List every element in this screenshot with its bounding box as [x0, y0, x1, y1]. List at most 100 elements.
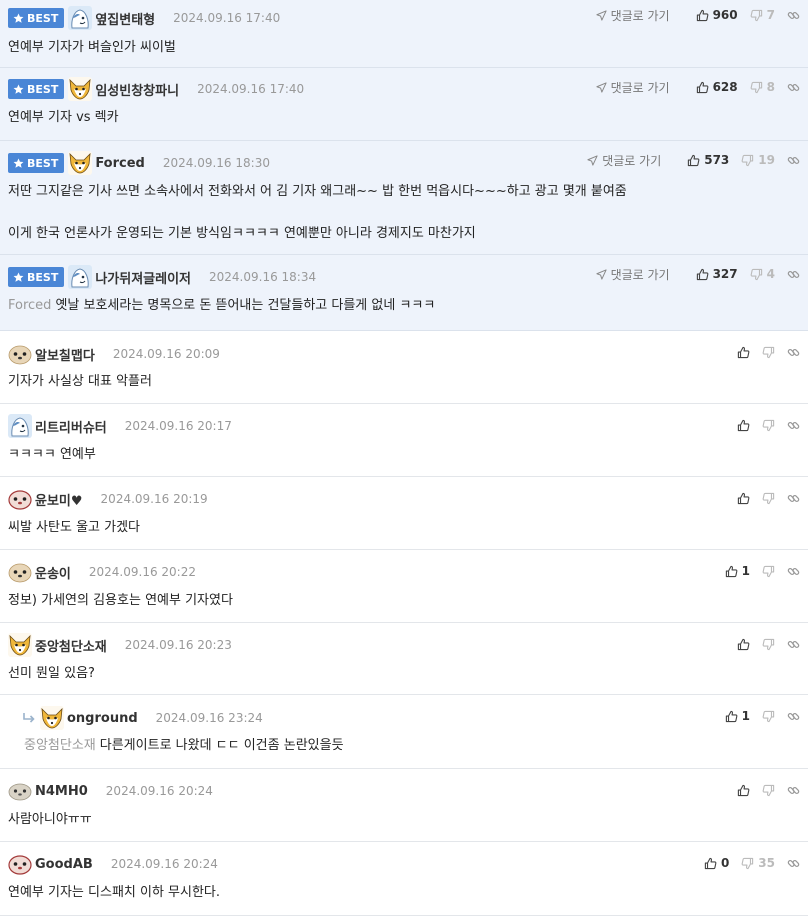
comment-date: 2024.09.16 17:40: [197, 82, 305, 96]
avatar[interactable]: [8, 487, 32, 511]
thumbs-up-icon: [737, 346, 750, 358]
downvote-button[interactable]: [762, 565, 775, 578]
go-to-comment-link[interactable]: 댓글로 가기: [587, 152, 661, 169]
thumbs-down-icon: [762, 346, 775, 358]
copy-link-button[interactable]: [787, 346, 800, 359]
comment: 알보칠맵다 2024.09.16 20:09 기자가 사실상 대표 악플러: [0, 331, 808, 404]
thumbs-up-icon: [725, 710, 738, 722]
downvote-button[interactable]: [762, 419, 775, 432]
downvote-button[interactable]: 19: [741, 153, 775, 167]
nickname[interactable]: 알보칠맵다: [35, 345, 95, 364]
upvote-button[interactable]: 573: [687, 153, 729, 167]
best-comment: BEST 임성빈창창파니 2024.09.16 17:40 댓글로 가기 628…: [0, 68, 808, 141]
comment-date: 2024.09.16 20:17: [124, 419, 232, 433]
star-icon: [13, 272, 24, 282]
upvote-button[interactable]: [737, 492, 750, 505]
copy-link-button[interactable]: [787, 492, 800, 505]
go-to-comment-link[interactable]: 댓글로 가기: [595, 7, 670, 24]
avatar[interactable]: [8, 852, 32, 876]
link-icon: [787, 421, 800, 429]
copy-link-button[interactable]: [787, 154, 800, 167]
avatar[interactable]: [40, 706, 64, 730]
nickname[interactable]: Forced: [95, 156, 145, 171]
downvote-button[interactable]: 8: [750, 80, 775, 94]
upvote-button[interactable]: [737, 638, 750, 651]
mention-nickname[interactable]: 중앙첨단소재: [24, 738, 96, 753]
comment: 리트리버슈터 2024.09.16 20:17 ㅋㅋㅋㅋ 연예부: [0, 404, 808, 477]
copy-link-button[interactable]: [787, 268, 800, 281]
copy-link-button[interactable]: [787, 419, 800, 432]
nickname[interactable]: onground: [67, 711, 138, 726]
upvote-button[interactable]: [737, 784, 750, 797]
avatar[interactable]: [68, 265, 93, 289]
best-label: BEST: [27, 82, 59, 96]
nickname[interactable]: GoodAB: [35, 857, 93, 872]
comment-text-line-2: 이게 한국 언론사가 운영되는 기본 방식임ㅋㅋㅋㅋ 연예뿐만 아니라 경제지도…: [8, 226, 476, 241]
avatar[interactable]: [8, 779, 32, 803]
avatar[interactable]: [8, 633, 32, 657]
go-to-comment-label: 댓글로 가기: [610, 8, 670, 23]
nickname[interactable]: 운송이: [35, 563, 71, 582]
go-to-comment-label: 댓글로 가기: [602, 153, 662, 168]
downvote-button[interactable]: 4: [750, 267, 775, 281]
copy-link-button[interactable]: [787, 857, 800, 870]
best-comment: BEST 나가뒤져글레이저 2024.09.16 18:34 댓글로 가기 32…: [0, 255, 808, 331]
mention-nickname[interactable]: Forced: [8, 298, 51, 313]
comment-text: 선미 뭔일 있음?: [8, 666, 95, 681]
best-label: BEST: [27, 270, 59, 284]
upvote-button[interactable]: 960: [696, 8, 738, 22]
downvote-button[interactable]: 7: [750, 8, 775, 22]
nickname[interactable]: 리트리버슈터: [35, 417, 107, 436]
copy-link-button[interactable]: [787, 9, 800, 22]
avatar[interactable]: [8, 342, 32, 366]
copy-link-button[interactable]: [787, 710, 800, 723]
avatar[interactable]: [8, 414, 32, 438]
nickname[interactable]: 옆집변태형: [95, 9, 155, 28]
downvote-button[interactable]: [762, 346, 775, 359]
upvote-button[interactable]: 628: [696, 80, 738, 94]
thumbs-down-icon: [750, 9, 762, 21]
nickname[interactable]: N4MH0: [35, 784, 88, 799]
upvote-button[interactable]: 1: [725, 709, 750, 723]
reply-comment: onground 2024.09.16 23:24 1 중앙첨단소재 다른게이트로…: [0, 695, 808, 769]
copy-link-button[interactable]: [787, 565, 800, 578]
comment-text: 사람아니야ㅠㅠ: [8, 812, 92, 827]
go-to-comment-link[interactable]: 댓글로 가기: [595, 79, 670, 96]
best-comment: BEST 옆집변태형 2024.09.16 17:40 댓글로 가기 960 7…: [0, 0, 808, 68]
comment-text: 정보) 가세연의 김용호는 연예부 기자였다: [8, 593, 233, 608]
copy-link-button[interactable]: [787, 784, 800, 797]
copy-link-button[interactable]: [787, 638, 800, 651]
nickname[interactable]: 나가뒤져글레이저: [95, 268, 191, 287]
send-arrow-icon: [595, 9, 607, 21]
downvote-button[interactable]: [762, 710, 775, 723]
comment-text: 연예부 기자 vs 렉카: [8, 110, 119, 125]
nickname[interactable]: 임성빈창창파니: [95, 80, 179, 99]
upvote-button[interactable]: 1: [725, 564, 750, 578]
mascot-blue-icon: [68, 265, 93, 289]
avatar[interactable]: [8, 560, 32, 584]
downvote-button[interactable]: [762, 638, 775, 651]
seal-red-icon: [8, 487, 32, 511]
downvote-button[interactable]: [762, 492, 775, 505]
downvote-button[interactable]: [762, 784, 775, 797]
comment-date: 2024.09.16 17:40: [173, 11, 281, 25]
copy-link-button[interactable]: [787, 81, 800, 94]
upvote-button[interactable]: 0: [704, 856, 729, 870]
thumbs-down-icon: [741, 857, 754, 869]
avatar[interactable]: [68, 77, 93, 101]
downvote-button[interactable]: 35: [741, 856, 775, 870]
avatar[interactable]: [68, 151, 93, 175]
upvote-button[interactable]: [737, 419, 750, 432]
best-badge: BEST: [8, 79, 65, 99]
comment-text: ㅋㅋㅋㅋ 연예부: [8, 447, 96, 462]
nickname[interactable]: 중앙첨단소재: [35, 636, 107, 655]
comment-date: 2024.09.16 20:24: [105, 784, 213, 798]
upvote-button[interactable]: [737, 346, 750, 359]
upvote-count: 628: [712, 80, 738, 94]
best-label: BEST: [27, 11, 59, 25]
avatar[interactable]: [68, 6, 93, 30]
fox-icon: [8, 633, 32, 657]
go-to-comment-link[interactable]: 댓글로 가기: [595, 266, 670, 283]
nickname[interactable]: 윤보미♥: [35, 490, 83, 509]
upvote-button[interactable]: 327: [696, 267, 738, 281]
